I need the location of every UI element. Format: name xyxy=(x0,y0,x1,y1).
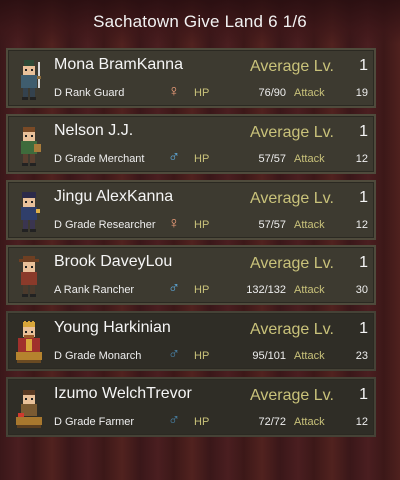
resident-name: Jingu AlexKanna xyxy=(54,187,174,205)
farmer-portrait-icon xyxy=(14,387,44,429)
attack-label: Attack xyxy=(294,284,325,297)
male-icon: ♂ xyxy=(168,411,180,429)
resident-card[interactable]: Young Harkinian Average Lv. 1 D Grade Mo… xyxy=(6,311,376,372)
hp-label: HP xyxy=(194,350,210,363)
male-icon: ♂ xyxy=(168,280,180,298)
hp-label: HP xyxy=(194,218,210,231)
level-value: 1 xyxy=(359,320,368,338)
hp-value: 57/57 xyxy=(258,152,286,165)
attack-value: 23 xyxy=(355,350,368,363)
resident-name: Izumo WelchTrevor xyxy=(54,384,192,402)
resident-card[interactable]: Brook DaveyLou Average Lv. 1 A Rank Ranc… xyxy=(6,245,376,306)
average-level-label: Average Lv. xyxy=(250,321,334,339)
female-icon: ♀ xyxy=(168,214,180,232)
resident-rank: D Grade Merchant xyxy=(54,152,145,165)
rancher-portrait-icon xyxy=(14,255,44,298)
guard-portrait-icon xyxy=(14,58,44,100)
attack-value: 12 xyxy=(355,218,368,231)
male-icon: ♂ xyxy=(168,346,180,364)
male-icon: ♂ xyxy=(168,148,180,166)
attack-label: Attack xyxy=(294,87,325,99)
hp-label: HP xyxy=(194,152,210,165)
hp-value: 57/57 xyxy=(258,218,286,231)
resident-rank: D Grade Researcher xyxy=(54,218,156,231)
attack-label: Attack xyxy=(294,415,325,428)
resident-card[interactable]: Izumo WelchTrevor Average Lv. 1 D Grade … xyxy=(6,376,376,437)
attack-label: Attack xyxy=(294,350,325,363)
average-level-label: Average Lv. xyxy=(250,386,334,404)
level-value: 1 xyxy=(359,188,368,206)
hp-label: HP xyxy=(194,415,210,428)
level-value: 1 xyxy=(359,57,368,74)
attack-label: Attack xyxy=(294,218,325,231)
resident-name: Brook DaveyLou xyxy=(54,253,173,271)
attack-value: 30 xyxy=(355,284,368,297)
resident-card[interactable]: Nelson J.J. Average Lv. 1 D Grade Mercha… xyxy=(6,113,376,174)
resident-name: Young Harkinian xyxy=(54,319,171,337)
hp-value: 76/90 xyxy=(258,87,286,99)
resident-card[interactable]: Mona BramKanna Average Lv. 1 D Rank Guar… xyxy=(6,48,376,108)
hp-value: 72/72 xyxy=(258,415,286,428)
average-level-label: Average Lv. xyxy=(250,189,334,207)
resident-rank: A Rank Rancher xyxy=(54,284,135,297)
merchant-portrait-icon xyxy=(14,124,44,166)
resident-name: Nelson J.J. xyxy=(54,121,134,139)
resident-name: Mona BramKanna xyxy=(54,56,183,73)
level-value: 1 xyxy=(359,385,368,403)
hp-label: HP xyxy=(194,284,210,297)
researcher-portrait-icon xyxy=(14,190,44,232)
level-value: 1 xyxy=(359,122,368,140)
attack-label: Attack xyxy=(294,152,325,165)
hp-label: HP xyxy=(194,87,210,99)
attack-value: 19 xyxy=(355,87,368,99)
resident-card[interactable]: Jingu AlexKanna Average Lv. 1 D Grade Re… xyxy=(6,179,376,240)
resident-rank: D Grade Farmer xyxy=(54,415,135,428)
resident-list: Mona BramKanna Average Lv. 1 D Rank Guar… xyxy=(6,48,376,443)
hp-value: 95/101 xyxy=(252,350,286,363)
hp-value: 132/132 xyxy=(246,284,286,297)
header-bar: Sachatown Give Land 6 1/6 xyxy=(0,0,400,44)
attack-value: 12 xyxy=(355,415,368,428)
average-level-label: Average Lv. xyxy=(250,123,334,141)
average-level-label: Average Lv. xyxy=(250,58,334,75)
resident-rank: D Grade Monarch xyxy=(54,350,142,363)
average-level-label: Average Lv. xyxy=(250,255,334,273)
resident-rank: D Rank Guard xyxy=(54,87,125,99)
monarch-portrait-icon xyxy=(14,321,44,364)
female-icon: ♀ xyxy=(168,83,180,100)
page-title: Sachatown Give Land 6 1/6 xyxy=(93,12,307,31)
attack-value: 12 xyxy=(355,152,368,165)
level-value: 1 xyxy=(359,254,368,272)
